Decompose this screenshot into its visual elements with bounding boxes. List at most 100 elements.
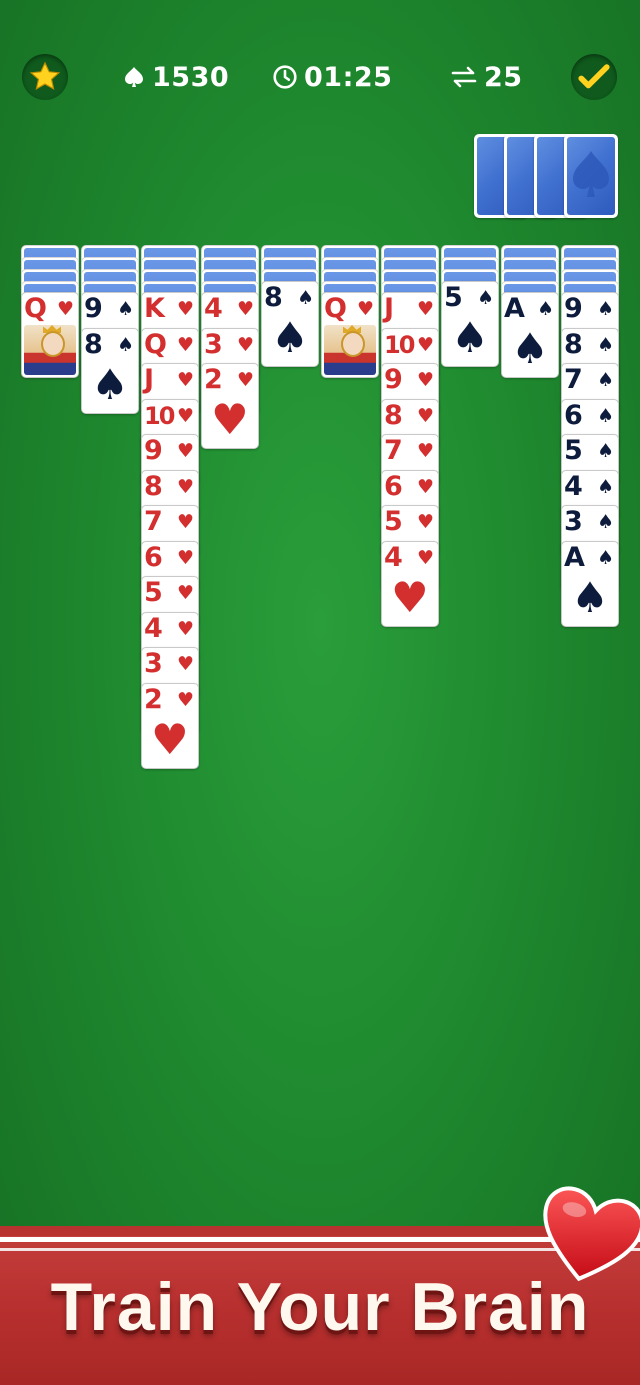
heart-icon: ♥ <box>176 298 194 320</box>
spade-icon: ♠ <box>91 359 129 409</box>
checkmark-icon <box>578 64 610 89</box>
card-rank: 5 <box>564 435 583 466</box>
moves-value: 25 <box>484 61 523 93</box>
heart-icon: ♥ <box>176 404 194 427</box>
playing-card[interactable]: A ♠ ♠ <box>501 292 559 378</box>
heart-icon: ♥ <box>151 714 189 764</box>
card-rank: K <box>144 293 165 324</box>
heart-icon: ♥ <box>416 369 434 391</box>
swap-arrows-icon <box>451 66 477 88</box>
card-rank: 9 <box>384 364 403 395</box>
spade-icon: ♠ <box>116 298 134 320</box>
heart-icon: ♥ <box>416 333 434 356</box>
heart-icon: ♥ <box>176 440 194 462</box>
heart-icon: ♥ <box>391 572 429 622</box>
playing-card[interactable]: 8 ♠ ♠ <box>81 327 139 414</box>
heart-icon: ♥ <box>236 369 254 391</box>
card-rank: 5 <box>444 282 463 313</box>
card-rank: 5 <box>144 577 163 608</box>
heart-icon: ♥ <box>176 511 194 533</box>
heart-icon: ♥ <box>176 688 194 711</box>
card-rank: 4 <box>144 612 163 644</box>
card-rank: Q <box>144 328 167 360</box>
timer-value: 01:25 <box>304 61 393 93</box>
card-rank: 10 <box>144 401 175 430</box>
heart-icon: ♥ <box>176 582 194 604</box>
clock-icon <box>273 65 297 89</box>
playing-card[interactable]: 2 ♥ ♥ <box>141 682 199 769</box>
spade-icon: ♠ <box>271 313 309 362</box>
card-rank: 8 <box>264 282 283 313</box>
card-rank: 8 <box>384 399 403 431</box>
heart-icon: ♥ <box>356 298 374 320</box>
heart-icon: ♥ <box>211 395 249 444</box>
card-rank: 2 <box>204 364 223 395</box>
spade-icon: ♠ <box>596 404 614 427</box>
timer-display: 01:25 <box>272 58 392 96</box>
card-rank: 3 <box>564 506 583 537</box>
heart-icon: ♥ <box>416 511 434 533</box>
playing-card[interactable]: 4 ♥ ♥ <box>381 540 439 627</box>
card-rank: 7 <box>384 435 403 466</box>
playing-card[interactable]: Q ♥ <box>321 292 379 378</box>
spade-icon: ♠ <box>596 475 614 498</box>
banner-title: Train Your Brain <box>50 1269 590 1345</box>
heart-icon: ♥ <box>176 333 194 356</box>
card-rank: 6 <box>144 541 163 573</box>
card-rank: Q <box>24 293 47 324</box>
spade-icon: ♠ <box>596 440 614 462</box>
heart-icon: ♥ <box>176 475 194 498</box>
hint-button[interactable] <box>571 54 617 100</box>
heart-icon: ♥ <box>416 475 434 498</box>
card-rank: 3 <box>204 328 223 360</box>
playing-card[interactable]: A ♠ ♠ <box>561 540 619 627</box>
card-rank: A <box>504 293 525 324</box>
card-rank: 6 <box>564 399 583 431</box>
spade-icon: ♠ <box>296 287 314 309</box>
card-rank: Q <box>324 293 347 324</box>
heart-icon: ♥ <box>236 333 254 356</box>
card-rank: 7 <box>564 364 583 395</box>
heart-icon: ♥ <box>416 404 434 427</box>
playing-card[interactable]: 5 ♠ ♠ <box>441 281 499 367</box>
spade-icon: ♠ <box>511 324 549 373</box>
card-rank: 9 <box>84 293 103 324</box>
playing-card[interactable]: 2 ♥ ♥ <box>201 363 259 449</box>
card-rank: 4 <box>384 541 403 573</box>
heart-icon: ♥ <box>176 653 194 675</box>
heart-icon: ♥ <box>176 369 194 391</box>
heart-icon: ♥ <box>416 546 434 569</box>
playing-card[interactable]: Q ♥ <box>21 292 79 378</box>
spade-icon: ♠ <box>596 333 614 356</box>
card-rank: 3 <box>144 648 163 679</box>
star-button[interactable] <box>22 54 68 100</box>
card-rank: 10 <box>384 330 415 359</box>
spade-icon: ♠ <box>596 298 614 320</box>
game-board: 1530 01:25 25 Q ♥ 9 ♠ 8 ♠ ♠ K ♥ Q ♥ J ♥ … <box>0 0 640 1226</box>
spade-icon: ♠ <box>536 298 554 320</box>
card-rank: 8 <box>84 328 103 360</box>
card-rank: A <box>564 541 585 573</box>
playing-card[interactable]: 8 ♠ ♠ <box>261 281 319 367</box>
card-rank: 4 <box>204 293 223 324</box>
heart-icon: ♥ <box>236 298 254 320</box>
spade-icon <box>125 67 143 87</box>
score-display: 1530 <box>122 58 229 96</box>
spade-icon: ♠ <box>596 546 614 569</box>
spade-icon: ♠ <box>116 333 134 356</box>
queen-portrait <box>324 325 376 375</box>
card-rank: 5 <box>384 506 403 537</box>
card-rank: 9 <box>564 293 583 324</box>
heart-icon: ♥ <box>56 298 74 320</box>
card-rank: 8 <box>144 470 163 502</box>
stock-card[interactable] <box>564 134 618 218</box>
score-value: 1530 <box>152 61 230 93</box>
heart-icon: ♥ <box>176 546 194 569</box>
spade-icon: ♠ <box>596 511 614 533</box>
card-rank: 6 <box>384 470 403 502</box>
card-rank: 8 <box>564 328 583 360</box>
queen-portrait <box>24 325 76 375</box>
card-rank: 4 <box>564 470 583 502</box>
heart-icon: ♥ <box>416 298 434 320</box>
heart-icon: ♥ <box>416 440 434 462</box>
